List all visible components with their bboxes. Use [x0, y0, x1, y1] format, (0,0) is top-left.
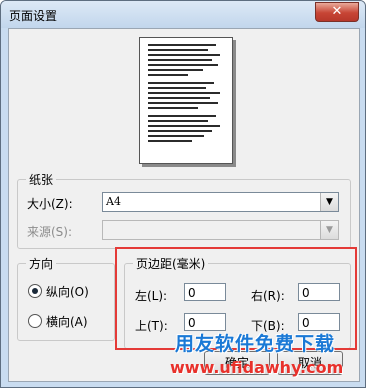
portrait-radio[interactable]: [28, 284, 42, 298]
portrait-label[interactable]: 纵向(O): [46, 283, 89, 300]
title-bar: 页面设置 ✕: [1, 1, 365, 28]
preview-text-line: [148, 125, 220, 127]
preview-text-line: [148, 130, 212, 132]
preview-text-line: [148, 115, 216, 117]
paper-group-label: 纸张: [26, 171, 57, 188]
preview-text-line: [148, 107, 198, 109]
preview-text-line: [148, 102, 218, 104]
preview-text-line: [148, 140, 192, 142]
preview-text-line: [148, 74, 188, 76]
landscape-label[interactable]: 横向(A): [46, 313, 88, 330]
chevron-down-icon[interactable]: ▼: [320, 221, 338, 239]
preview-text-line: [148, 64, 218, 66]
preview-text-line: [148, 44, 216, 46]
orientation-group-label: 方向: [26, 255, 57, 272]
paper-size-value: A4: [106, 195, 121, 208]
paper-size-label: 大小(Z):: [27, 197, 73, 211]
watermark-url: www.ufidawhy.com: [170, 358, 344, 377]
preview-text-line: [148, 59, 212, 61]
preview-text-line: [148, 135, 204, 137]
window-title: 页面设置: [9, 9, 58, 23]
preview-text-line: [148, 54, 220, 56]
chevron-down-icon[interactable]: ▼: [320, 193, 338, 211]
preview-text-line: [148, 97, 210, 99]
preview-text-line: [148, 92, 220, 94]
paper-source-label: 来源(S):: [27, 225, 73, 239]
paper-size-select[interactable]: A4 ▼: [102, 192, 339, 212]
preview-text-line: [148, 69, 203, 71]
preview-text-line: [148, 49, 208, 51]
preview-text-line: [148, 82, 214, 84]
preview-text-line: [148, 120, 208, 122]
landscape-radio[interactable]: [28, 314, 42, 328]
preview-text-line: [148, 87, 206, 89]
watermark-text: 用友软件免费下载: [175, 333, 336, 355]
close-button[interactable]: ✕: [315, 2, 359, 22]
page-preview: [139, 37, 233, 164]
paper-source-select[interactable]: ▼: [102, 220, 339, 240]
